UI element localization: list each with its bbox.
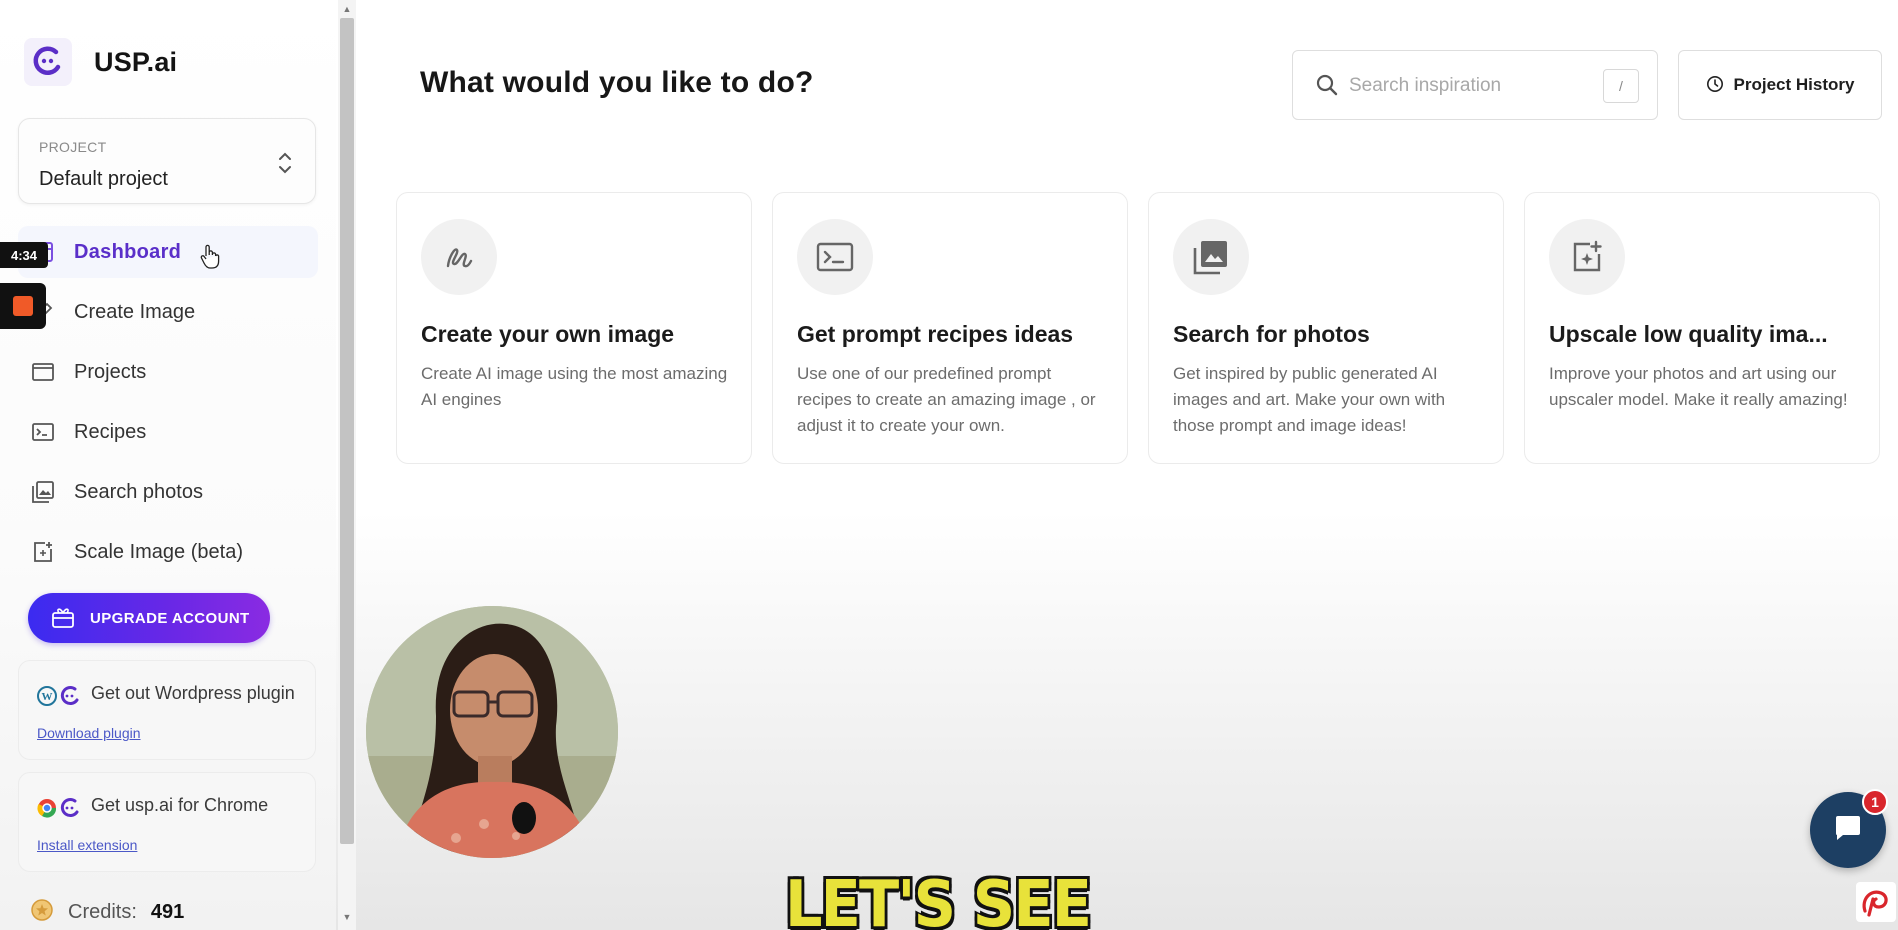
scribble-icon — [421, 219, 497, 295]
recording-timer: 4:34 — [0, 242, 48, 268]
card-title: Create your own image — [421, 321, 675, 347]
chat-unread-badge: 1 — [1862, 789, 1888, 815]
scroll-up-arrow-icon[interactable]: ▲ — [340, 4, 354, 16]
sidebar-item-label: Search photos — [74, 480, 203, 503]
project-label: PROJECT — [39, 139, 107, 155]
sidebar-item-label: Scale Image (beta) — [74, 540, 243, 563]
coin-icon — [30, 898, 54, 927]
brand[interactable]: USP.ai — [24, 38, 177, 86]
sidebar-item-recipes[interactable]: Recipes — [18, 406, 318, 458]
sidebar-item-search-photos[interactable]: Search photos — [18, 466, 318, 518]
photos-icon — [30, 479, 56, 505]
chat-icon — [1833, 814, 1863, 847]
credits: Credits: 491 — [30, 898, 184, 927]
card-upscale-image[interactable]: Upscale low quality ima... Improve your … — [1524, 192, 1880, 464]
sidebar-item-scale-image[interactable]: Scale Image (beta) — [18, 526, 318, 578]
stop-icon — [13, 296, 33, 316]
download-plugin-link[interactable]: Download plugin — [37, 725, 141, 741]
search-shortcut-key: / — [1603, 69, 1639, 103]
search-icon — [1315, 73, 1339, 102]
card-description: Use one of our predefined prompt recipes… — [797, 364, 1096, 435]
clock-icon — [1706, 75, 1724, 96]
scroll-down-arrow-icon[interactable]: ▼ — [340, 912, 354, 924]
sidebar-nav: Dashboard Create Image Projects Recipes … — [18, 226, 318, 586]
card-title: Get prompt recipes ideas — [797, 321, 1074, 347]
upgrade-account-button[interactable]: UPGRADE ACCOUNT — [28, 593, 270, 643]
wordpress-icon: W — [37, 685, 81, 707]
sidebar-item-dashboard[interactable]: Dashboard — [18, 226, 318, 278]
project-history-button[interactable]: Project History — [1678, 50, 1882, 120]
project-history-label: Project History — [1733, 75, 1855, 94]
install-extension-link[interactable]: Install extension — [37, 837, 137, 853]
photos-icon — [1173, 219, 1249, 295]
window-icon — [30, 359, 56, 385]
terminal-icon — [30, 419, 56, 445]
card-title: Search for photos — [1173, 321, 1370, 347]
stop-recording-button[interactable] — [0, 283, 46, 329]
card-description: Create AI image using the most amazing A… — [421, 364, 728, 409]
chrome-icon — [37, 797, 81, 819]
card-search-photos[interactable]: Search for photos Get inspired by public… — [1148, 192, 1504, 464]
sidebar-item-create-image[interactable]: Create Image — [18, 286, 318, 338]
brand-name: USP.ai — [94, 46, 178, 77]
card-create-image[interactable]: Create your own image Create AI image us… — [396, 192, 752, 464]
card-prompt-recipes[interactable]: Get prompt recipes ideas Use one of our … — [772, 192, 1128, 464]
chevron-updown-icon — [277, 149, 293, 182]
gift-icon — [50, 605, 76, 632]
sidebar-item-label: Projects — [74, 360, 147, 383]
svg-text:W: W — [42, 691, 53, 703]
channel-logo-icon — [1856, 882, 1896, 922]
sidebar-item-label: Recipes — [74, 420, 147, 443]
card-title: Upscale low quality ima... — [1549, 321, 1828, 347]
hand-cursor-icon — [200, 244, 220, 275]
card-description: Get inspired by public generated AI imag… — [1173, 364, 1446, 435]
image-plus-icon — [1549, 219, 1625, 295]
search-box: / — [1292, 50, 1658, 120]
credits-value: 491 — [150, 901, 185, 923]
page-title: What would you like to do? — [420, 66, 814, 99]
usp-logo-icon — [24, 38, 72, 86]
scrollbar-thumb[interactable] — [340, 18, 354, 844]
project-value: Default project — [39, 168, 168, 190]
sidebar: USP.ai PROJECT Default project Dashboard… — [0, 0, 336, 930]
sidebar-item-label: Dashboard — [74, 240, 182, 263]
image-plus-icon — [30, 539, 56, 565]
webcam-overlay — [366, 606, 618, 858]
credits-label: Credits: — [68, 901, 137, 923]
wordpress-promo: W Get out Wordpress plugin Download plug… — [18, 660, 316, 760]
promo-title: Get usp.ai for Chrome — [91, 795, 269, 815]
terminal-icon — [797, 219, 873, 295]
promo-title: Get out Wordpress plugin — [91, 683, 295, 703]
upgrade-account-label: UPGRADE ACCOUNT — [90, 609, 250, 627]
video-caption: LET'S SEE — [785, 868, 1091, 930]
chrome-promo: Get usp.ai for Chrome Install extension — [18, 772, 316, 872]
card-description: Improve your photos and art using our up… — [1549, 364, 1848, 409]
search-input[interactable] — [1349, 67, 1589, 105]
sidebar-item-projects[interactable]: Projects — [18, 346, 318, 398]
sidebar-item-label: Create Image — [74, 300, 196, 323]
project-selector[interactable]: PROJECT Default project — [18, 118, 316, 204]
